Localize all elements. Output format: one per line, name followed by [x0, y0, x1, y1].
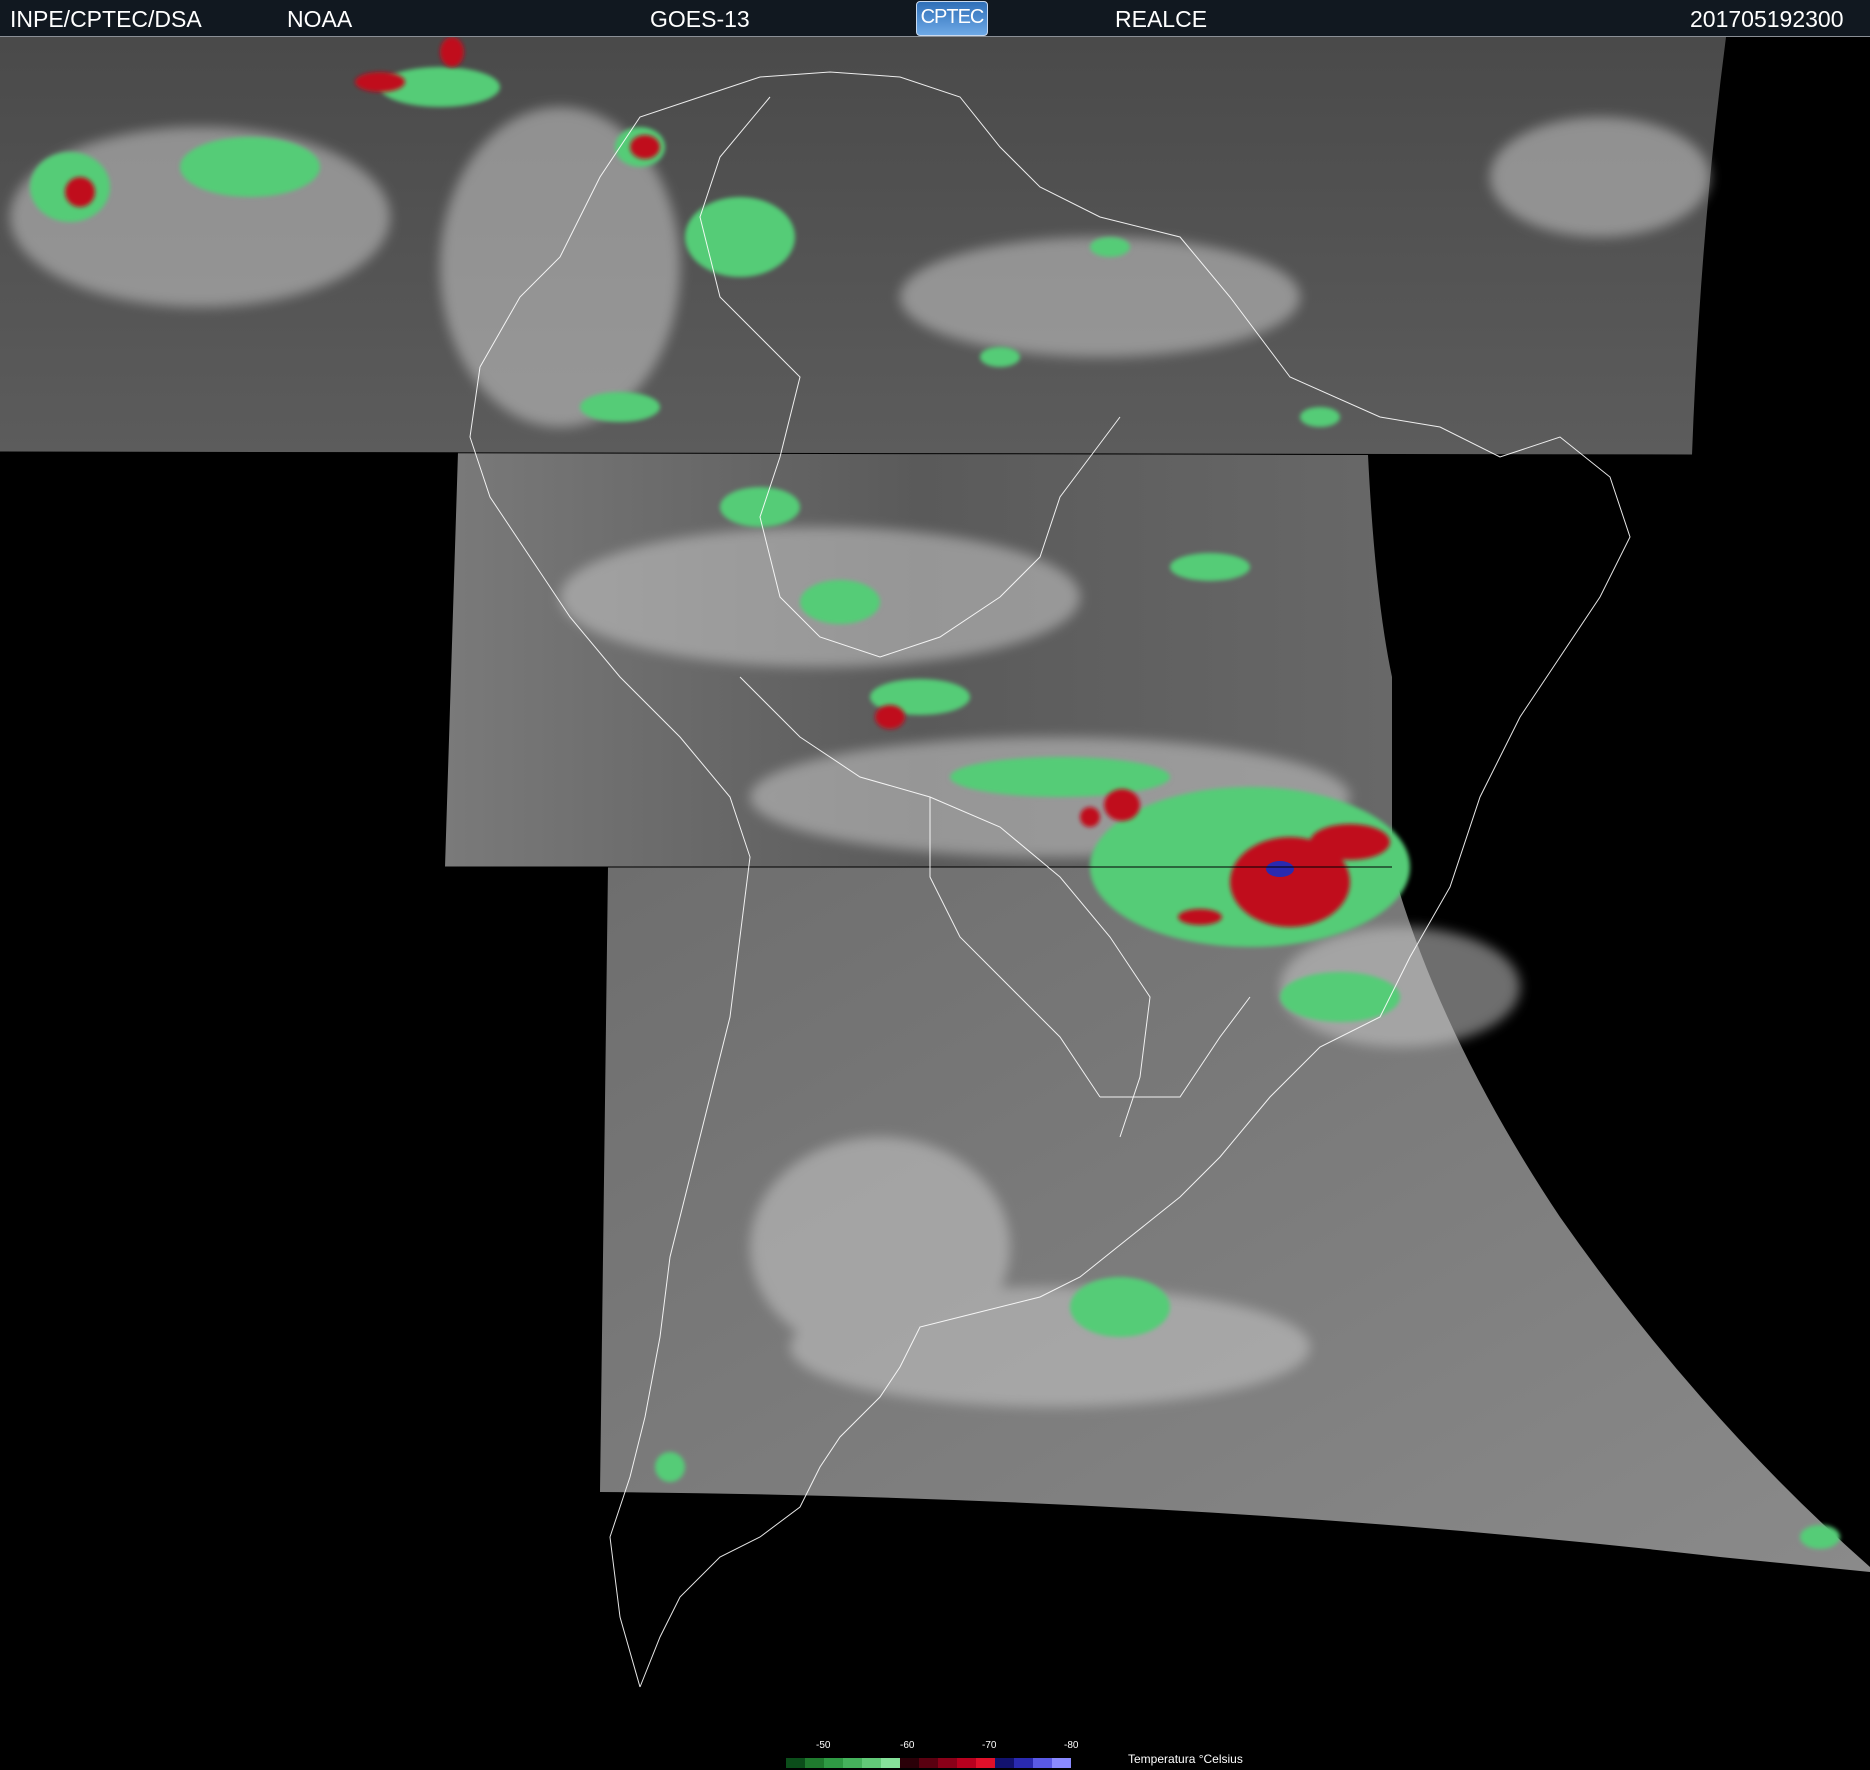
- legend-title: Temperatura °Celsius: [1128, 1752, 1243, 1766]
- legend-swatch: [957, 1758, 976, 1768]
- legend-tick: -50: [816, 1740, 831, 1751]
- legend-swatch: [1052, 1758, 1071, 1768]
- agency-label: INPE/CPTEC/DSA: [10, 6, 202, 32]
- legend-swatch: [1014, 1758, 1033, 1768]
- satellite-image: [0, 37, 1870, 1688]
- legend-swatch: [843, 1758, 862, 1768]
- legend-swatch: [900, 1758, 919, 1768]
- satellite-label: GOES-13: [650, 6, 750, 32]
- coldest-top: [1266, 861, 1294, 877]
- legend-tick: -60: [900, 1740, 915, 1751]
- legend-swatch: [1033, 1758, 1052, 1768]
- legend-swatch: [824, 1758, 843, 1768]
- legend-swatch: [938, 1758, 957, 1768]
- legend-swatch: [786, 1758, 805, 1768]
- logo-text: CPTEC: [920, 6, 985, 28]
- source-label: NOAA: [287, 6, 353, 32]
- cptec-logo: CPTEC: [916, 1, 988, 36]
- legend-swatch: [976, 1758, 995, 1768]
- header-bar: INPE/CPTEC/DSA NOAA GOES-13 CPTEC REALCE…: [0, 0, 1870, 37]
- legend-swatch: [995, 1758, 1014, 1768]
- legend-swatch: [881, 1758, 900, 1768]
- legend-swatch: [919, 1758, 938, 1768]
- product-label: REALCE: [1115, 6, 1208, 32]
- timestamp-label: 201705192300: [1690, 6, 1844, 32]
- legend-tick: -80: [1064, 1740, 1079, 1751]
- legend-swatch: [862, 1758, 881, 1768]
- legend-tick: -70: [982, 1740, 997, 1751]
- legend-swatch: [805, 1758, 824, 1768]
